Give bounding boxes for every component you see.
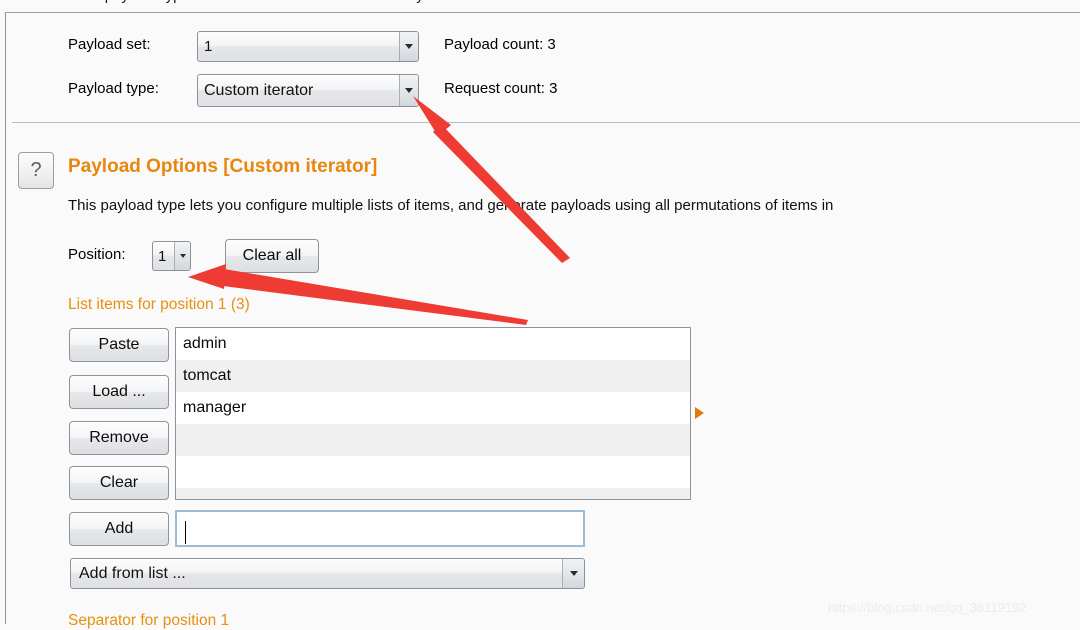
- list-empty-row: [176, 456, 690, 488]
- payload-set-value: 1: [204, 38, 213, 55]
- payload-set-label: Payload set:: [68, 36, 151, 53]
- position-dropdown-button[interactable]: [174, 242, 190, 270]
- annotation-arrow-position: [188, 264, 528, 325]
- payload-set-dropdown-button[interactable]: [399, 32, 418, 61]
- payload-list[interactable]: admin tomcat manager: [175, 327, 691, 500]
- section-divider: [12, 122, 1080, 123]
- list-item[interactable]: tomcat: [176, 360, 690, 392]
- clear-button[interactable]: Clear: [69, 466, 169, 500]
- chevron-down-icon: [405, 44, 413, 49]
- chevron-down-icon: [179, 254, 186, 258]
- list-empty-row: [176, 424, 690, 456]
- payload-type-label: Payload type:: [68, 80, 159, 97]
- payload-type-dropdown[interactable]: Custom iterator: [197, 74, 419, 107]
- add-item-input-inner: [179, 514, 581, 544]
- chevron-down-icon: [569, 571, 578, 576]
- list-empty-row: [176, 488, 690, 499]
- add-item-input[interactable]: [175, 510, 585, 547]
- panel-left-border: [5, 12, 6, 624]
- add-from-list-dropdown-button[interactable]: [562, 559, 584, 588]
- list-item[interactable]: admin: [176, 328, 690, 360]
- chevron-down-icon: [405, 88, 413, 93]
- paste-button[interactable]: Paste: [69, 328, 169, 362]
- payload-type-dropdown-button[interactable]: [399, 75, 418, 106]
- list-items-caption: List items for position 1 (3): [68, 296, 250, 313]
- load-button[interactable]: Load ...: [69, 375, 169, 409]
- add-from-list-value: Add from list ...: [79, 564, 186, 582]
- help-button[interactable]: ?: [18, 152, 54, 189]
- payload-set-dropdown[interactable]: 1: [197, 31, 419, 62]
- position-dropdown[interactable]: 1: [152, 241, 191, 271]
- clear-all-button[interactable]: Clear all: [225, 239, 319, 273]
- position-value: 1: [158, 247, 167, 265]
- text-caret: [185, 521, 186, 544]
- page-title: Payload Options [Custom iterator]: [68, 156, 378, 177]
- payload-count-label: Payload count: 3: [444, 36, 556, 53]
- payload-type-value: Custom iterator: [204, 81, 314, 99]
- watermark: https://blog.csdn.net/qq_36119192: [828, 600, 1027, 615]
- remove-button[interactable]: Remove: [69, 421, 169, 455]
- expand-panel-triangle-icon[interactable]: [695, 407, 704, 419]
- add-button[interactable]: Add: [69, 512, 169, 546]
- position-label: Position:: [68, 246, 126, 263]
- add-from-list-dropdown[interactable]: Add from list ...: [70, 558, 585, 589]
- list-item[interactable]: manager: [176, 392, 690, 424]
- payload-options-description: This payload type lets you configure mul…: [68, 197, 834, 214]
- clipped-heading-text: each payload type can be customized in d…: [68, 0, 435, 4]
- separator-caption: Separator for position 1: [68, 612, 230, 629]
- panel-top-border: [5, 12, 1080, 13]
- request-count-label: Request count: 3: [444, 80, 558, 97]
